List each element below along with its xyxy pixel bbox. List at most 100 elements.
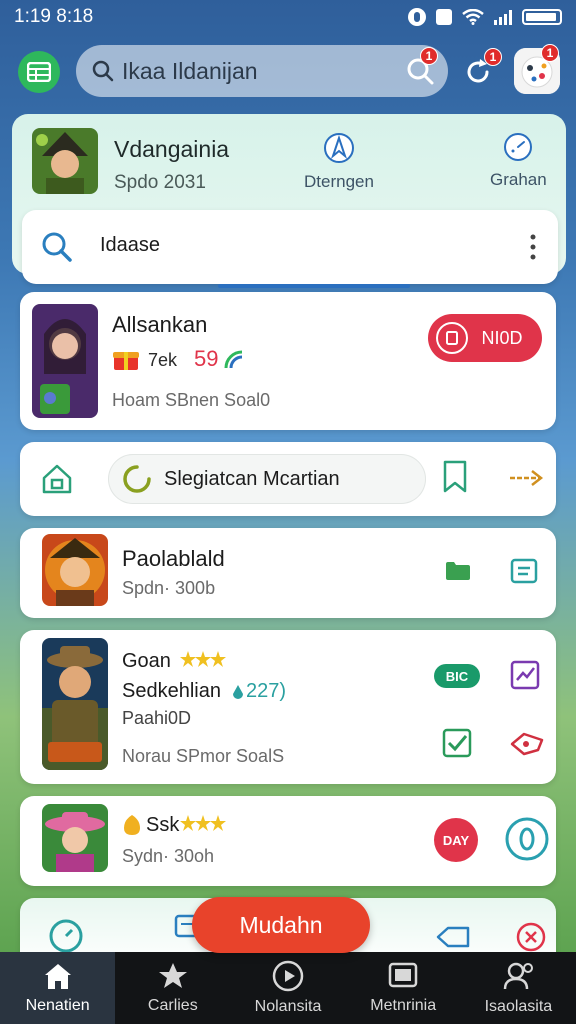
list-item[interactable]: Paolablald Spdn· 300b [20, 528, 556, 618]
item-chip-label: BIC [445, 668, 469, 684]
avatar-badge: 1 [541, 44, 559, 62]
item-meta: Sydn· 30oh [122, 846, 215, 866]
list-item[interactable]: Allsankan 7ek 59 Hoam SBnen Soal0 NI0D [20, 292, 556, 430]
item-action-label: DAY [442, 832, 470, 848]
star-icon [158, 963, 187, 988]
coin-icon [124, 815, 140, 835]
item-thumbnail [42, 638, 108, 770]
signal-arc-icon [224, 350, 243, 369]
record-icon [408, 8, 426, 26]
status-chip[interactable]: Slegiatcan Mcartian [108, 454, 426, 504]
list-item[interactable]: Goan Sedkehlian 227) Paahi0D Norau SPmor… [20, 630, 556, 784]
tab-panel[interactable]: Idaase [22, 210, 558, 288]
featured-card[interactable]: Vdangainia Spdo 2031 Dterngen Grahan Ida… [12, 114, 566, 288]
list-doc-icon[interactable] [510, 558, 538, 584]
featured-thumbnail [32, 128, 98, 194]
wifi-icon [462, 9, 484, 25]
status-icons [408, 8, 562, 26]
timer-icon [49, 919, 83, 953]
nav-label: Isaolasita [484, 998, 553, 1015]
bottom-navigation: Nenatien Carlies Nolansita Metnrinia Isa… [0, 952, 576, 1024]
copy-icon [436, 322, 468, 354]
item-thumbnail [42, 804, 108, 872]
item-title: Paolablald [122, 546, 225, 571]
refresh-button[interactable]: 1 [458, 48, 502, 92]
tab-indicator [218, 284, 410, 288]
arrow-right-icon[interactable] [508, 468, 544, 488]
quick-action-grahan[interactable]: Grahan [490, 132, 547, 190]
home-outline-icon[interactable] [40, 462, 74, 496]
search-icon [92, 60, 114, 82]
item-thumbnail [42, 534, 108, 606]
stars-rating-icon [180, 815, 226, 831]
item-title: Slegiatcan Mcartian [164, 468, 340, 490]
notification-icon [436, 9, 452, 25]
loading-ring-icon [123, 465, 151, 493]
item-action-label: NI0D [481, 327, 523, 348]
nav-item-play[interactable]: Nolansita [230, 952, 345, 1024]
list-item[interactable]: Slegiatcan Mcartian [20, 442, 556, 516]
quick-action-label: Grahan [490, 170, 547, 189]
play-icon [272, 960, 304, 992]
item-meta: Hoam SBnen Soal0 [112, 390, 271, 410]
item-meta: Spdn· 300b [122, 578, 216, 598]
screen-icon [388, 962, 418, 988]
grid-menu-icon [27, 62, 51, 82]
search-bar[interactable]: Ikaa Ildanijan 1 [76, 45, 448, 97]
gift-icon [113, 352, 139, 370]
profile-icon [504, 962, 534, 990]
battery-icon [522, 9, 562, 25]
gauge-icon [504, 133, 533, 161]
item-title: Goan [122, 650, 171, 672]
status-time: 1:19 8:18 [14, 6, 94, 27]
item-reward-label: 7ek [148, 350, 178, 370]
nav-item-profile[interactable]: Isaolasita [461, 952, 576, 1024]
menu-button[interactable] [18, 51, 60, 93]
nav-label: Nenatien [25, 997, 90, 1014]
quick-action-dterngen[interactable]: Dterngen [304, 132, 374, 192]
top-app-bar: Ikaa Ildanijan 1 1 1 [0, 40, 576, 104]
tag-icon[interactable] [510, 732, 544, 756]
item-chip[interactable]: BIC [434, 664, 480, 688]
nav-item-favorites[interactable]: Carlies [115, 952, 230, 1024]
refresh-badge: 1 [484, 48, 502, 66]
more-vertical-icon[interactable] [530, 234, 536, 260]
item-count: 227) [246, 680, 287, 702]
primary-action-label: Mudahn [239, 911, 323, 938]
bookmark-icon[interactable] [442, 460, 468, 494]
close-circle-icon[interactable] [516, 922, 546, 952]
label-icon[interactable] [436, 926, 470, 948]
item-action-button[interactable]: NI0D [428, 314, 542, 362]
item-meta: Norau SPmor SoalS [122, 746, 285, 766]
list-item[interactable]: Ssk Sydn· 30oh DAY [20, 796, 556, 886]
tab-label[interactable]: Idaase [100, 234, 160, 257]
folder-icon[interactable] [444, 560, 472, 582]
search-badge: 1 [420, 47, 438, 65]
primary-action-button[interactable]: Mudahn [192, 897, 370, 953]
nav-item-home[interactable]: Nenatien [0, 952, 116, 1024]
compass-icon [323, 133, 354, 163]
item-thumbnail [32, 304, 98, 418]
item-title: Ssk [146, 814, 180, 836]
status-bar: 1:19 8:18 [0, 0, 576, 34]
signal-icon [494, 9, 512, 25]
search-query[interactable]: Ikaa Ildanijan [122, 58, 258, 85]
home-icon [44, 964, 71, 989]
nav-label: Nolansita [254, 998, 322, 1015]
drop-icon [233, 685, 243, 699]
edit-box-icon[interactable] [510, 660, 540, 690]
checkbox-icon[interactable] [442, 728, 472, 758]
featured-title: Vdangainia [114, 136, 230, 162]
quick-action-label: Dterngen [304, 172, 374, 191]
item-reward-value: 59 [194, 346, 219, 371]
nav-item-screen[interactable]: Metnrinia [346, 952, 461, 1024]
featured-subtitle: Spdo 2031 [114, 172, 206, 193]
item-title: Allsankan [112, 312, 208, 337]
nav-label: Metnrinia [370, 997, 437, 1014]
search-icon [42, 232, 72, 262]
item-action-button[interactable]: DAY [434, 818, 478, 862]
item-subtitle: Sedkehlian [122, 680, 221, 702]
zero-circle-icon[interactable] [504, 816, 550, 862]
stars-rating-icon [180, 651, 226, 667]
nav-label: Carlies [147, 997, 198, 1014]
